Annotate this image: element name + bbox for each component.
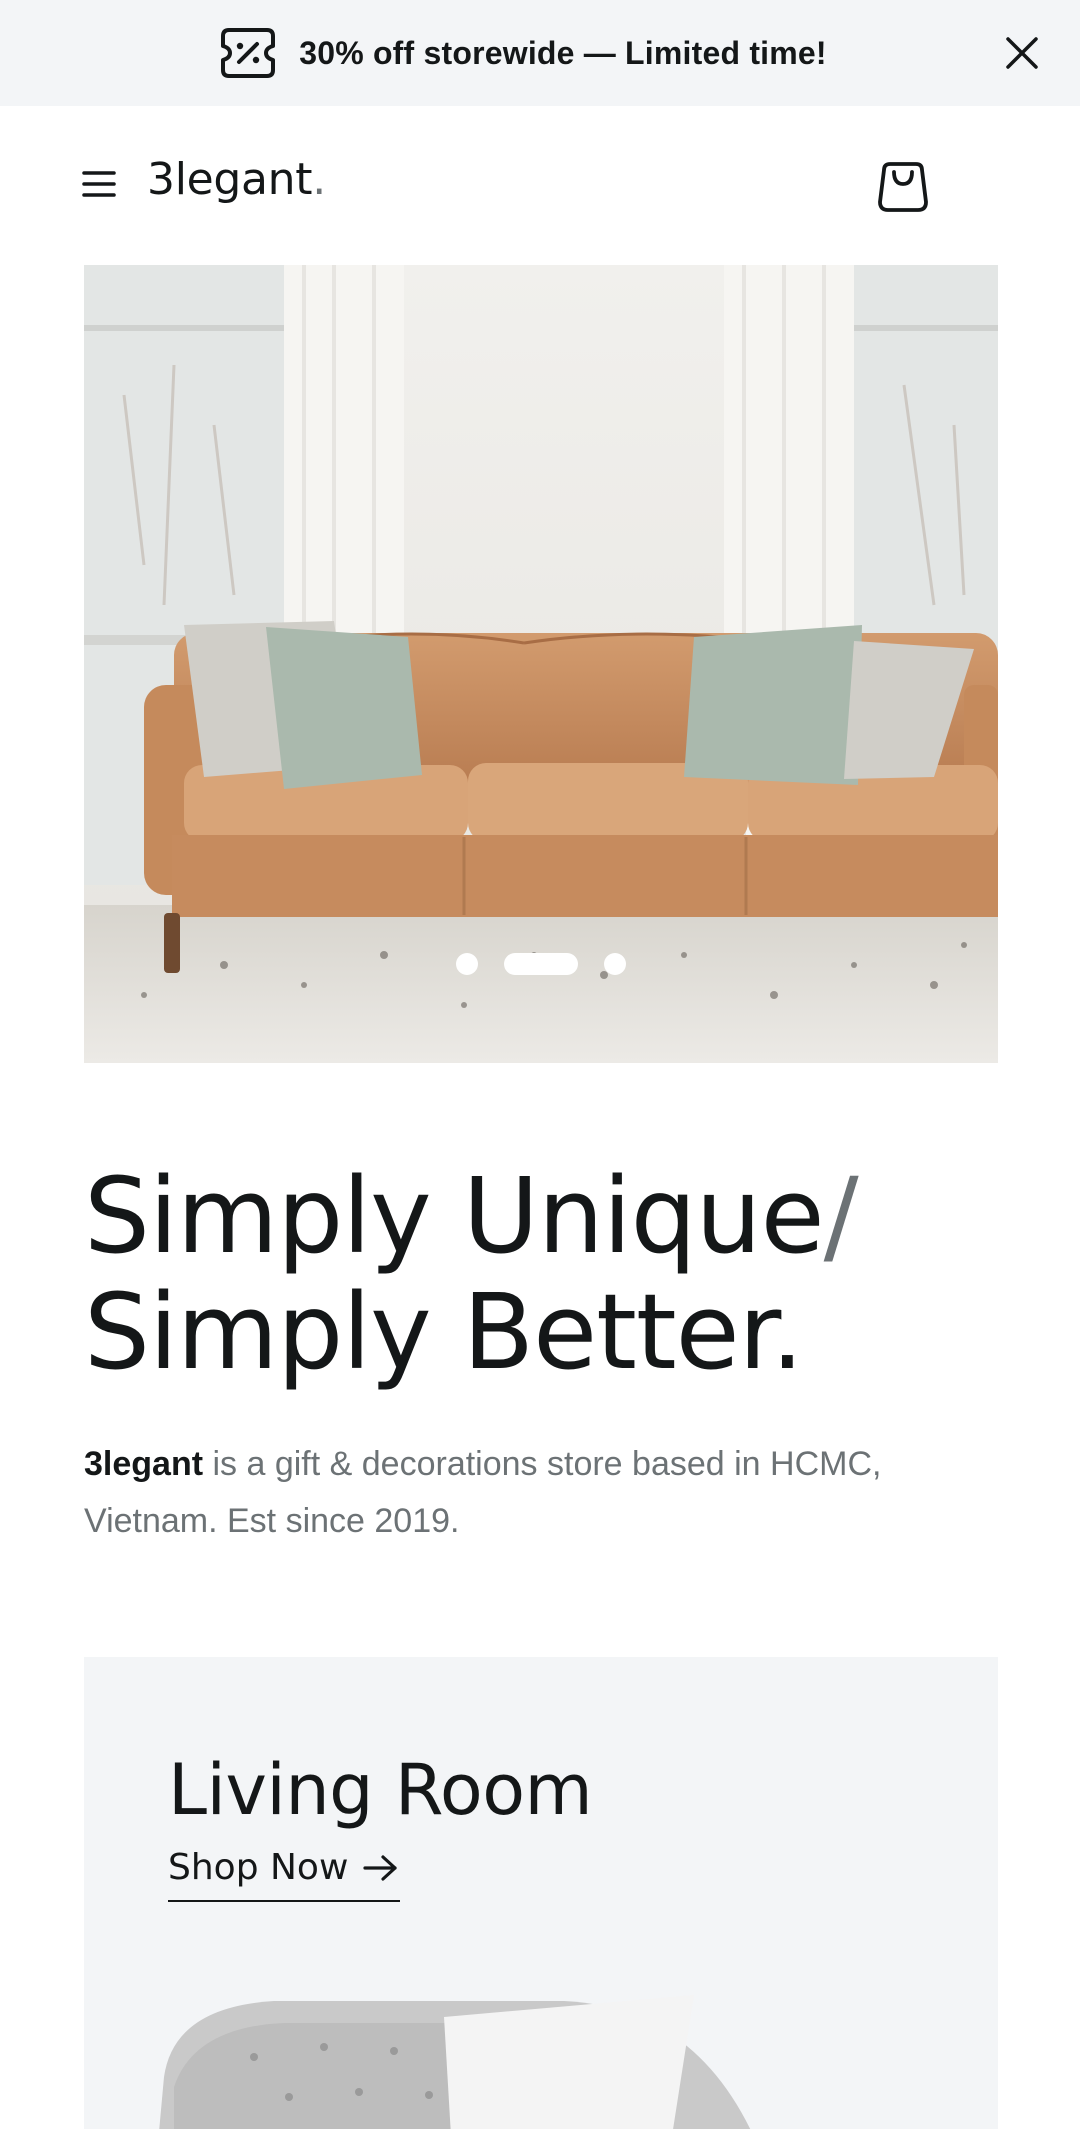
headline-slash: / [823, 1155, 859, 1277]
shop-now-label: Shop Now [168, 1847, 349, 1888]
promo-content: 30% off storewide — Limited time! [219, 26, 827, 80]
hamburger-icon[interactable] [82, 168, 118, 200]
logo-text: 3legant [147, 154, 313, 205]
tagline-brand: 3legant [84, 1445, 204, 1483]
brand-logo[interactable]: 3legant. [147, 154, 326, 205]
store-tagline: 3legant is a gift & decorations store ba… [84, 1436, 1004, 1550]
hero-headline: Simply Unique/ Simply Better. [84, 1155, 859, 1393]
promo-bar: 30% off storewide — Limited time! [0, 0, 1080, 106]
ticket-percent-icon [221, 28, 276, 78]
category-title: Living Room [168, 1749, 593, 1831]
carousel-dot-1[interactable] [456, 953, 478, 975]
shopping-bag-icon[interactable] [874, 156, 932, 214]
leather-sofa-photo [84, 265, 998, 1063]
tagline-text: is a gift & decorations store based in H… [84, 1445, 882, 1540]
top-nav: 3legant. [0, 106, 1080, 266]
headline-text-1: Simply Unique [84, 1155, 825, 1277]
shop-now-link[interactable]: Shop Now [168, 1847, 401, 1902]
arrow-right-icon [363, 1854, 397, 1881]
close-icon[interactable] [1002, 33, 1042, 73]
carousel-dots [84, 953, 998, 975]
promo-text: 30% off storewide — Limited time! [299, 34, 827, 71]
armchair-photo [159, 1995, 751, 2129]
headline-line-2: Simply Better. [84, 1271, 804, 1393]
headline-line-1: Simply Unique/ [84, 1155, 859, 1277]
carousel-dot-3[interactable] [604, 953, 626, 975]
carousel-dot-2-active[interactable] [504, 953, 578, 975]
logo-dot: . [312, 154, 326, 205]
hero-carousel[interactable] [84, 265, 998, 1063]
category-card-living-room[interactable]: Living Room Shop Now [84, 1657, 998, 2129]
